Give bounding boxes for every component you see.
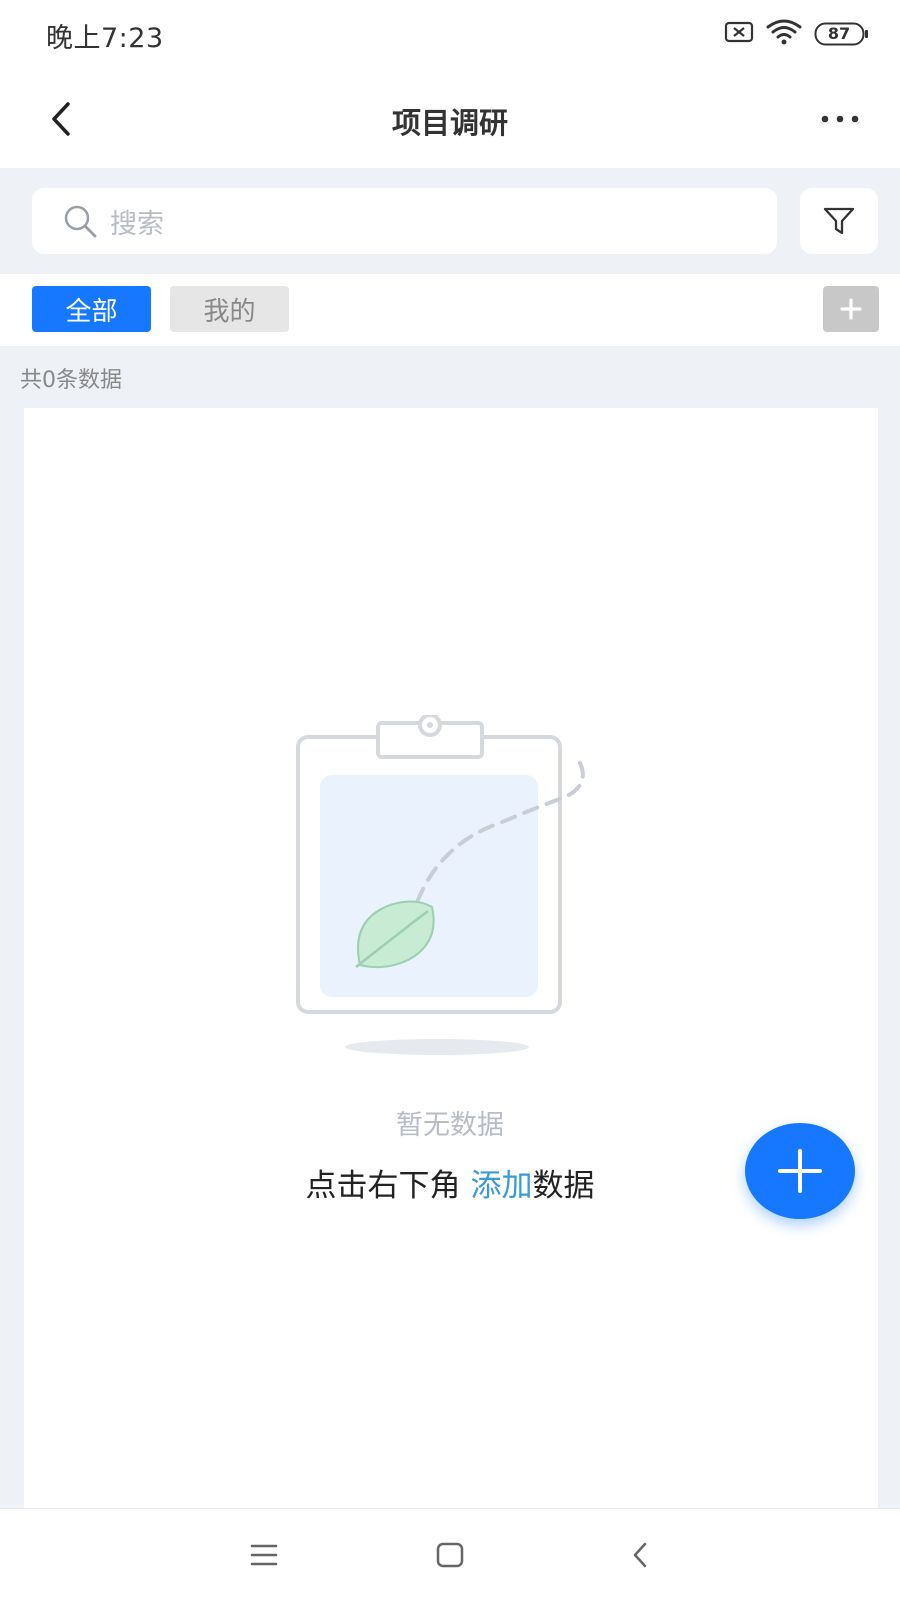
search-input[interactable]: 搜索 bbox=[32, 188, 777, 254]
record-count: 共0条数据 bbox=[20, 368, 122, 393]
tab-mine[interactable]: 我的 bbox=[170, 286, 289, 332]
add-fab-button[interactable] bbox=[745, 1123, 855, 1219]
tab-all[interactable]: 全部 bbox=[32, 286, 151, 332]
clipboard-leaf-illustration bbox=[296, 715, 585, 1055]
sim-off-icon bbox=[724, 20, 754, 48]
search-placeholder: 搜索 bbox=[110, 208, 164, 240]
home-icon bbox=[436, 1542, 464, 1568]
search-icon bbox=[64, 205, 97, 238]
more-button[interactable] bbox=[810, 94, 870, 144]
add-link[interactable]: 添加 bbox=[471, 1168, 533, 1204]
system-back-button[interactable] bbox=[620, 1535, 660, 1575]
status-time: 晚上7:23 bbox=[46, 23, 164, 54]
menu-button[interactable] bbox=[244, 1535, 284, 1575]
search-area: 搜索 bbox=[0, 168, 900, 274]
tabs-bar: 全部 我的 bbox=[0, 274, 900, 346]
add-tab-button[interactable] bbox=[823, 286, 879, 332]
wifi-icon bbox=[766, 18, 802, 50]
plus-icon bbox=[840, 298, 862, 320]
filter-button[interactable] bbox=[800, 188, 878, 254]
battery-icon: 87 bbox=[814, 21, 870, 47]
nav-bar: 项目调研 bbox=[0, 70, 900, 168]
back-icon bbox=[633, 1542, 647, 1568]
system-nav-bar bbox=[0, 1508, 900, 1601]
filter-icon bbox=[823, 207, 855, 235]
home-button[interactable] bbox=[430, 1535, 470, 1575]
battery-level: 87 bbox=[827, 24, 851, 43]
status-icons: 87 bbox=[724, 18, 870, 50]
more-dots-icon bbox=[821, 115, 859, 123]
menu-icon bbox=[250, 1544, 278, 1566]
status-bar: 晚上7:23 87 bbox=[0, 0, 900, 70]
hint-suffix: 数据 bbox=[532, 1168, 595, 1204]
hint-prefix: 点击右下角 bbox=[305, 1168, 461, 1204]
page-title: 项目调研 bbox=[391, 106, 508, 140]
plus-icon bbox=[778, 1149, 822, 1193]
